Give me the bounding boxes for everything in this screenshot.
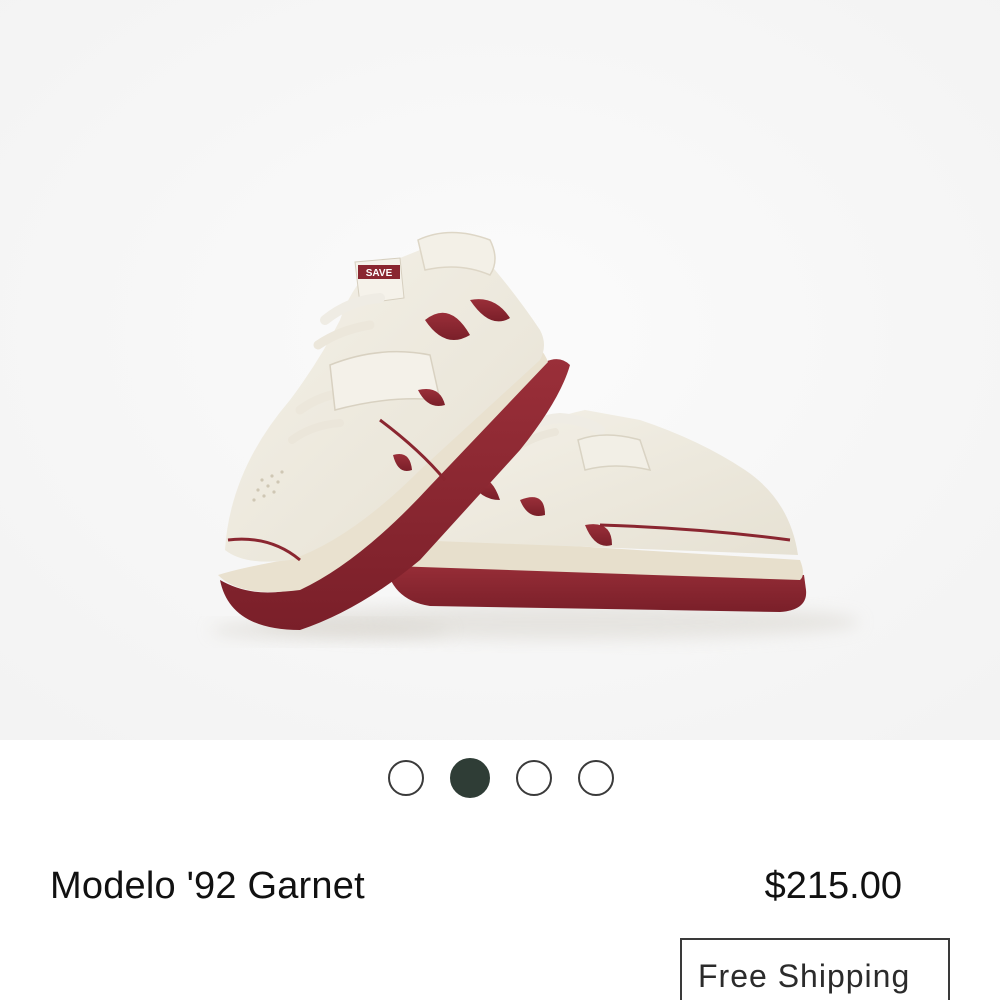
- shoe-tag-text: SAVE: [366, 268, 393, 279]
- product-price: $215.00: [764, 865, 902, 907]
- carousel-dot-1[interactable]: [388, 760, 424, 796]
- product-image-area[interactable]: SAVE: [0, 0, 1000, 740]
- carousel-dot-4[interactable]: [578, 760, 614, 796]
- product-image[interactable]: SAVE: [0, 0, 1000, 740]
- product-name[interactable]: Modelo '92 Garnet: [50, 862, 365, 910]
- carousel-dot-3[interactable]: [516, 760, 552, 796]
- product-card[interactable]: SAVE Modelo '92 Garnet $215.00 Free Ship…: [0, 0, 1000, 1000]
- carousel-dot-2-active[interactable]: [450, 758, 490, 798]
- free-shipping-badge: Free Shipping: [680, 938, 950, 1000]
- carousel-dots: [388, 757, 614, 799]
- free-shipping-label: Free Shipping: [698, 958, 911, 994]
